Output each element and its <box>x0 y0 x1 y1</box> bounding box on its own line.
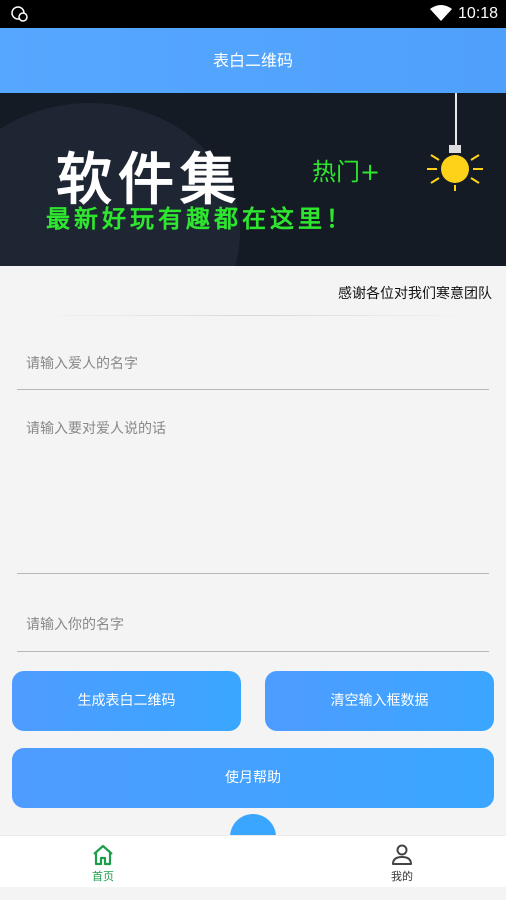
app-bar: 表白二维码 <box>0 28 506 93</box>
bottom-tab-bar: 首页 我的 <box>0 835 506 887</box>
person-icon <box>392 844 412 865</box>
banner-subtitle: 最新好玩有趣都在这里！ <box>46 205 354 233</box>
status-time: 10:18 <box>457 5 498 22</box>
notification-icon <box>11 6 28 22</box>
bulb-cord <box>455 93 457 151</box>
status-bar: 10:18 <box>0 0 506 28</box>
lightbulb-icon <box>427 145 483 191</box>
message-input[interactable] <box>17 410 489 570</box>
clear-inputs-button[interactable]: 清空输入框数据 <box>265 671 494 731</box>
marquee: 感谢各位对我们寒意团队 <box>0 266 506 316</box>
tab-home[interactable]: 首页 <box>43 836 163 888</box>
tab-mine[interactable]: 我的 <box>342 836 462 888</box>
tab-mine-label: 我的 <box>391 870 413 883</box>
divider <box>30 315 476 316</box>
tab-home-label: 首页 <box>92 870 114 883</box>
message-field <box>17 410 489 574</box>
your-name-input[interactable] <box>17 600 489 650</box>
bottom-strip <box>0 887 506 900</box>
lover-name-input[interactable] <box>17 340 489 388</box>
banner[interactable]: 软件集 最新好玩有趣都在这里！ <box>0 93 506 266</box>
your-name-field <box>17 600 489 652</box>
home-icon <box>93 844 113 866</box>
wifi-icon <box>430 5 452 21</box>
lover-name-field <box>17 340 489 390</box>
generate-qr-button[interactable]: 生成表白二维码 <box>12 671 241 731</box>
page-title: 表白二维码 <box>212 51 293 70</box>
help-button[interactable]: 使月帮助 <box>12 748 494 808</box>
banner-hot-tag: 热门+ <box>312 158 381 186</box>
marquee-text: 感谢各位对我们寒意团队 <box>338 286 492 302</box>
